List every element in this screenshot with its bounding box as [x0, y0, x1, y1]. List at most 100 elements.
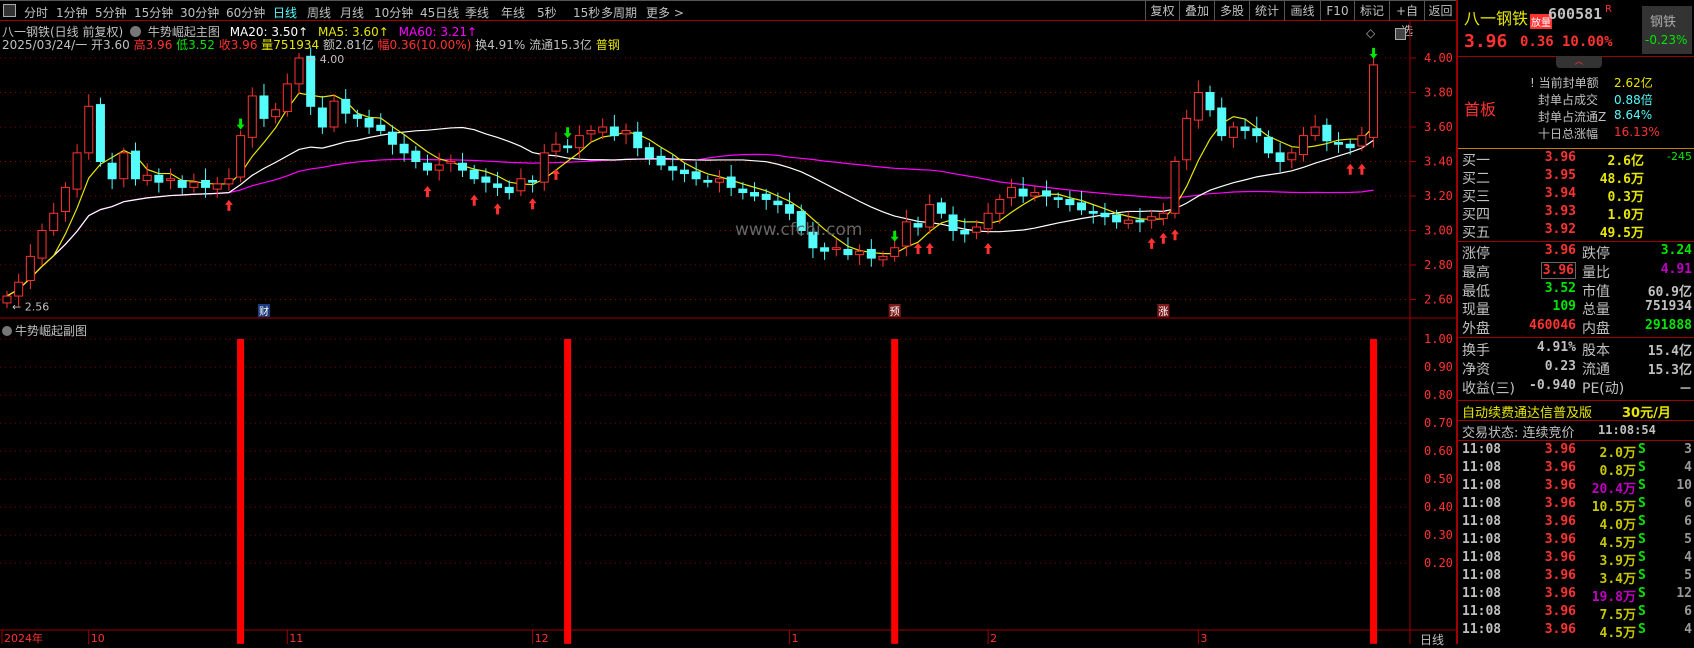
- draw-tool-icon[interactable]: ◇: [1366, 26, 1375, 40]
- candle: [679, 169, 689, 175]
- stat-label: 总量: [1582, 302, 1610, 319]
- divider: [1458, 337, 1694, 338]
- fund-label: 换手: [1462, 343, 1490, 359]
- seal-value: 2.62亿: [1614, 76, 1653, 90]
- candle: [224, 178, 234, 185]
- watermark: www.cfchi.com: [735, 220, 863, 240]
- quote-panel: 八一钢铁 放量 600581 R 3.96 0.36 10.00% 钢铁 -0.…: [1456, 0, 1694, 644]
- buy-arrow-icon: [493, 203, 502, 215]
- sub-chart-header: 牛势崛起副图: [2, 322, 87, 339]
- tick-price: 3.96: [1544, 622, 1576, 637]
- tick-time: 11:08: [1462, 604, 1502, 619]
- candle: [422, 162, 432, 171]
- candle: [1240, 126, 1250, 131]
- price-tick-label: 3.40: [1424, 155, 1453, 169]
- bid-price: 3.92: [1544, 222, 1576, 237]
- candle: [95, 104, 105, 162]
- tick-volume: 20.4万: [1591, 482, 1636, 497]
- stat-label: 跌停: [1582, 246, 1610, 262]
- sell-arrow-icon: [563, 127, 572, 139]
- signal-bar: [891, 339, 899, 644]
- candle: [691, 171, 701, 180]
- ma60-line: [6, 153, 1374, 297]
- candle: [236, 135, 246, 178]
- tick-price: 3.96: [1544, 532, 1576, 547]
- tick-count: 6: [1684, 604, 1692, 619]
- bid-price: 3.95: [1544, 168, 1576, 183]
- divider: [1458, 148, 1694, 149]
- price-tick-label: 3.80: [1424, 86, 1453, 100]
- candle: [1042, 190, 1052, 197]
- price-change: 0.36: [1520, 34, 1554, 50]
- candle: [831, 247, 841, 250]
- tick-side: S: [1638, 622, 1646, 637]
- candle: [668, 166, 678, 171]
- bar-turnover: 换4.91%: [475, 38, 526, 52]
- candle: [528, 179, 538, 183]
- layout-toggle-icon[interactable]: [1395, 28, 1406, 40]
- buy-arrow-icon: [224, 199, 233, 211]
- divider: [1458, 400, 1694, 401]
- candle: [49, 212, 59, 231]
- candle: [901, 221, 911, 247]
- stat-value: 751934: [1645, 299, 1692, 315]
- price-tick-label: 3.20: [1424, 189, 1453, 203]
- tick-price: 3.96: [1544, 460, 1576, 475]
- promo-price[interactable]: 30元/月: [1622, 402, 1671, 421]
- tick-time: 11:08: [1462, 568, 1502, 583]
- candle: [574, 135, 584, 149]
- candle: [446, 161, 456, 164]
- promo-text[interactable]: 自动续费通达信普及版: [1462, 402, 1592, 421]
- candle: [142, 174, 152, 181]
- tick-count: 10: [1676, 478, 1692, 493]
- trade-time: 11:08:54: [1598, 423, 1656, 437]
- tick-volume: 4.0万: [1599, 518, 1636, 533]
- fund-value: 4.91%: [1536, 340, 1576, 355]
- bar-sector[interactable]: 普钢: [596, 38, 620, 52]
- sub-tick-label: 0.90: [1424, 360, 1453, 374]
- stat-label: 现量: [1462, 302, 1490, 319]
- stat-value: 60.9亿: [1647, 284, 1692, 300]
- divider: [1458, 420, 1694, 421]
- bid-price: 3.93: [1544, 204, 1576, 219]
- candle: [154, 174, 164, 183]
- candle: [1135, 219, 1145, 223]
- sub-dropdown-icon[interactable]: [2, 326, 12, 336]
- candle: [259, 95, 269, 119]
- tick-side: S: [1638, 460, 1646, 475]
- price-change-pct: 10.00%: [1562, 34, 1613, 50]
- sub-chart-title[interactable]: 牛势崛起副图: [15, 324, 87, 338]
- tick-time: 11:08: [1462, 442, 1502, 457]
- stat-label: 量比: [1582, 264, 1610, 281]
- tick-time: 11:08: [1462, 586, 1502, 601]
- candle: [387, 131, 397, 145]
- bid-volume: 2.6亿: [1607, 154, 1644, 169]
- candle: [1275, 152, 1285, 162]
- ma5-line: [6, 92, 1374, 297]
- bar-amount: 额2.81亿: [322, 38, 374, 52]
- candle: [1018, 188, 1028, 197]
- candle: [1147, 216, 1157, 221]
- tick-count: 5: [1684, 532, 1692, 547]
- fund-value: －: [1678, 382, 1692, 397]
- fund-label: 流通: [1582, 362, 1610, 378]
- sector-pct: -0.23%: [1645, 33, 1688, 47]
- sector-box[interactable]: 钢铁 -0.23%: [1642, 6, 1692, 54]
- candle: [563, 145, 573, 149]
- stat-value: 3.52: [1544, 280, 1576, 296]
- sub-tick-label: 0.40: [1424, 500, 1453, 514]
- candle: [329, 100, 339, 128]
- expand-button[interactable]: ︿: [1556, 56, 1602, 68]
- tick-price: 3.96: [1544, 604, 1576, 619]
- ma20-line: [6, 126, 1374, 297]
- last-price: 3.96: [1464, 31, 1508, 52]
- candle: [1334, 142, 1344, 145]
- tick-price: 3.96: [1544, 478, 1576, 493]
- event-marker-label: 财: [259, 305, 269, 318]
- event-marker-label: 涨: [1158, 306, 1168, 318]
- kline-chart[interactable]: 4.00 3.80 3.60 3.40 3.20 3.00 2.80 2.60 1.00 0.90…: [0, 0, 1456, 644]
- candle: [352, 114, 362, 119]
- tick-side: S: [1638, 478, 1646, 493]
- candle: [785, 204, 795, 214]
- bid-label: 买三: [1462, 189, 1490, 205]
